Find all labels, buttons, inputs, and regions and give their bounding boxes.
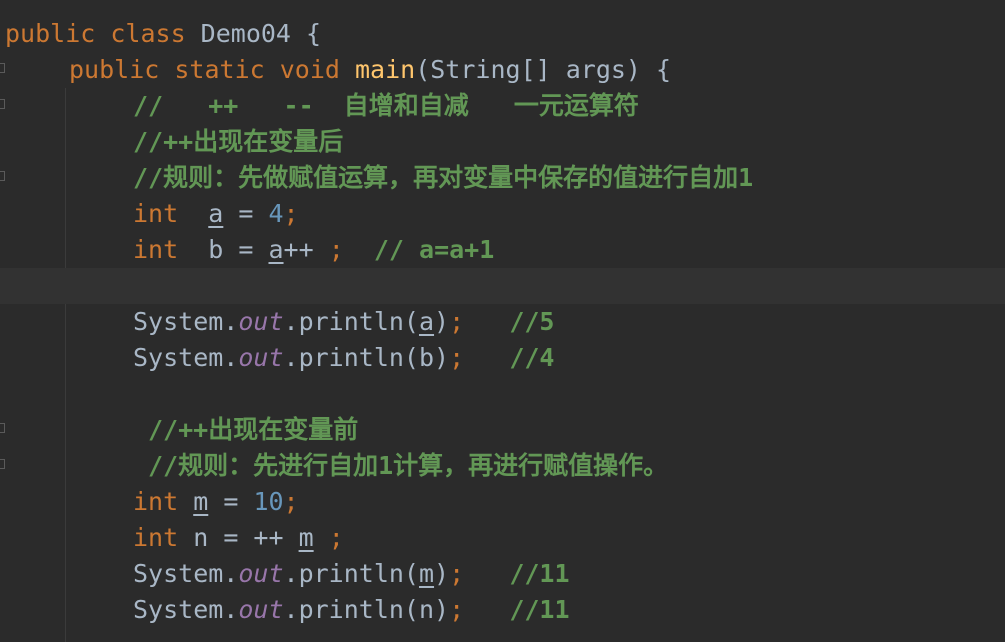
code-line[interactable]: int n = ++ m ; — [0, 520, 1005, 556]
code-token: // a=a+1 — [373, 235, 495, 264]
code-token: a — [268, 235, 284, 264]
code-token: n = ++ — [193, 523, 299, 552]
code-token: System. — [133, 595, 239, 624]
code-token: System. — [133, 559, 239, 588]
code-line[interactable]: System.out.println(m); //11 — [0, 556, 1005, 592]
code-token: .println( — [283, 307, 419, 336]
code-token: ) — [434, 559, 450, 588]
code-line[interactable]: System.out.println(a); //5 — [0, 304, 1005, 340]
code-line[interactable]: //规则：先进行自加1计算，再进行赋值操作。 — [0, 448, 1005, 484]
code-token: System. — [133, 307, 239, 336]
code-token: out — [238, 307, 284, 336]
code-text: int n = ++ m ; — [133, 520, 344, 556]
code-token: public static void — [69, 55, 355, 84]
code-token: Demo04 { — [200, 19, 322, 48]
code-token: int — [133, 487, 194, 516]
code-token: out — [238, 559, 284, 588]
code-text: System.out.println(n); //11 — [133, 592, 570, 628]
code-token: // ++ -- 自增和自减 一元运算符 — [133, 91, 639, 120]
code-text: int b = a++ ; // a=a+1 — [133, 232, 494, 268]
code-line[interactable]: public static void main(String[] args) { — [0, 52, 1005, 88]
code-token: a — [208, 199, 224, 228]
code-token: ; — [283, 199, 299, 228]
code-text: public static void main(String[] args) { — [69, 52, 671, 88]
code-token: 4 — [268, 199, 284, 228]
code-token: int — [133, 523, 194, 552]
code-line[interactable]: //++出现在变量后 — [0, 124, 1005, 160]
code-token: ++ — [283, 235, 329, 264]
code-token: .println(n) — [283, 595, 450, 624]
code-token: .println( — [283, 559, 419, 588]
code-text: System.out.println(b); //4 — [133, 340, 554, 376]
code-token: //规则：先进行自加1计算，再进行赋值操作。 — [148, 451, 669, 480]
code-token: ; — [283, 487, 299, 516]
code-text: // ++ -- 自增和自减 一元运算符 — [133, 88, 639, 124]
code-line[interactable]: //++出现在变量前 — [0, 412, 1005, 448]
caret-line[interactable] — [0, 268, 1005, 304]
code-token: = — [223, 199, 269, 228]
code-token: m — [193, 487, 209, 516]
code-token: main — [354, 55, 416, 84]
code-token: public class — [5, 19, 201, 48]
code-token: ; — [449, 559, 465, 588]
code-token: ) — [434, 307, 450, 336]
code-token: ; — [328, 235, 344, 264]
code-line[interactable]: int m = 10; — [0, 484, 1005, 520]
code-text: System.out.println(m); //11 — [133, 556, 570, 592]
code-text: //++出现在变量后 — [133, 124, 343, 160]
code-token: int — [133, 235, 209, 264]
code-line[interactable]: // ++ -- 自增和自减 一元运算符 — [0, 88, 1005, 124]
code-token: a — [418, 307, 435, 336]
code-text: int a = 4; — [133, 196, 299, 232]
code-editor[interactable]: public class Demo04 { public static void… — [0, 0, 1005, 642]
code-line[interactable]: System.out.println(n); //11 — [0, 592, 1005, 628]
code-line[interactable]: int b = a++ ; // a=a+1 — [0, 232, 1005, 268]
code-token: out — [238, 595, 284, 624]
code-token: ; — [449, 595, 465, 624]
code-line[interactable]: public class Demo04 { — [0, 16, 1005, 52]
code-token: ; — [449, 307, 465, 336]
code-text: System.out.println(a); //5 — [133, 304, 554, 340]
code-token: .println(b) — [283, 343, 450, 372]
code-token: System. — [133, 343, 239, 372]
code-token: //4 — [509, 343, 555, 372]
code-text: //规则：先进行自加1计算，再进行赋值操作。 — [148, 448, 668, 484]
code-token: (String[] args) { — [415, 55, 672, 84]
code-token: //规则：先做赋值运算，再对变量中保存的值进行自加1 — [133, 163, 754, 192]
code-text: //规则：先做赋值运算，再对变量中保存的值进行自加1 — [133, 160, 753, 196]
code-token: 10 — [253, 487, 284, 516]
code-token: = — [208, 487, 254, 516]
code-token: //5 — [509, 307, 555, 336]
code-line[interactable]: int a = 4; — [0, 196, 1005, 232]
code-text: //++出现在变量前 — [148, 412, 358, 448]
code-token: ; — [449, 343, 465, 372]
code-token: m — [418, 559, 435, 588]
code-line[interactable] — [0, 376, 1005, 412]
code-token: m — [298, 523, 314, 552]
code-line[interactable]: System.out.println(b); //4 — [0, 340, 1005, 376]
code-token: //++出现在变量后 — [133, 127, 344, 156]
code-line[interactable]: //规则：先做赋值运算，再对变量中保存的值进行自加1 — [0, 160, 1005, 196]
code-token: //11 — [509, 559, 570, 588]
code-token: int — [133, 199, 209, 228]
code-text: int m = 10; — [133, 484, 299, 520]
code-token: //++出现在变量前 — [148, 415, 359, 444]
code-token: //11 — [509, 595, 570, 624]
code-token: ; — [328, 523, 344, 552]
code-token: out — [238, 343, 284, 372]
code-token: b = — [208, 235, 269, 264]
code-text: public class Demo04 { — [5, 16, 321, 52]
